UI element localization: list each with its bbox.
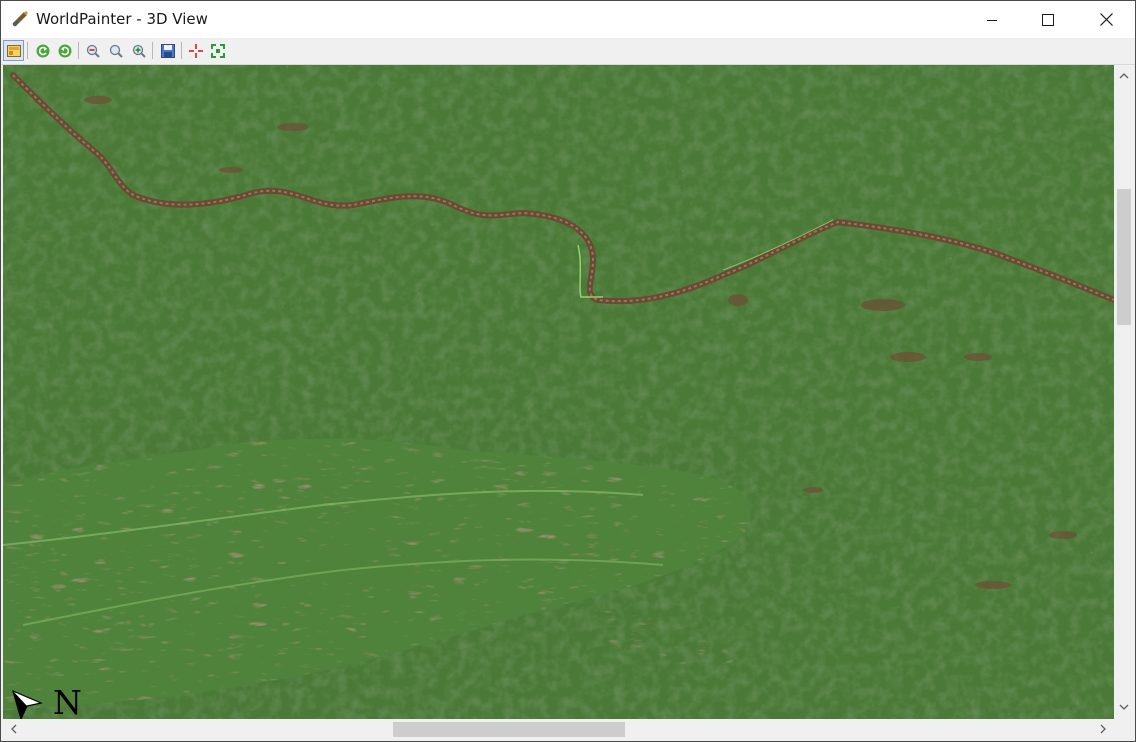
toggle-layer-button[interactable] xyxy=(3,40,24,61)
toolbar-separator xyxy=(181,42,182,59)
view-toolbar xyxy=(1,38,1135,65)
crosshair-icon xyxy=(188,43,203,58)
save-image-icon xyxy=(160,43,175,58)
3d-terrain-view[interactable]: N xyxy=(3,65,1114,719)
worldpainter-3d-view-window: WorldPainter - 3D View N xyxy=(0,0,1136,742)
zoom-reset-button[interactable] xyxy=(105,40,126,61)
chevron-up-icon xyxy=(1119,72,1129,78)
rotate-right-button[interactable] xyxy=(54,40,75,61)
rotate-right-icon xyxy=(58,44,71,57)
fit-view-icon xyxy=(210,43,225,58)
compass-north-label: N xyxy=(53,683,82,720)
scroll-down-button[interactable] xyxy=(1118,701,1130,713)
toolbar-separator xyxy=(27,42,28,59)
move-to-origin-button[interactable] xyxy=(207,40,228,61)
close-button[interactable] xyxy=(1077,1,1135,38)
toolbar-separator xyxy=(152,42,153,59)
zoom-reset-icon xyxy=(109,44,123,58)
scroll-left-button[interactable] xyxy=(7,723,19,735)
zoom-out-button[interactable] xyxy=(82,40,103,61)
zoom-in-icon xyxy=(132,44,146,58)
zoom-out-icon xyxy=(86,44,100,58)
rotate-left-icon xyxy=(36,44,49,57)
vertical-scrollbar[interactable] xyxy=(1114,65,1134,719)
chevron-down-icon xyxy=(1119,704,1129,710)
horizontal-scroll-thumb[interactable] xyxy=(393,722,625,737)
move-to-spawn-button[interactable] xyxy=(185,40,206,61)
chevron-left-icon xyxy=(10,724,16,734)
horizontal-scrollbar[interactable] xyxy=(3,719,1114,740)
terrain-render xyxy=(3,65,1114,719)
vertical-scroll-thumb[interactable] xyxy=(1117,189,1131,325)
zoom-in-button[interactable] xyxy=(128,40,149,61)
window-title: WorldPainter - 3D View xyxy=(36,10,208,28)
worldpainter-shovel-icon xyxy=(12,10,29,27)
minimize-button[interactable] xyxy=(963,1,1021,38)
rotate-left-button[interactable] xyxy=(32,40,53,61)
maximize-icon xyxy=(1042,13,1054,26)
compass-arrow-icon xyxy=(12,689,43,719)
maximize-button[interactable] xyxy=(1019,1,1077,38)
chevron-right-icon xyxy=(1100,724,1106,734)
layer-toggle-icon xyxy=(6,44,21,57)
export-image-button[interactable] xyxy=(157,40,178,61)
scroll-right-button[interactable] xyxy=(1097,723,1109,735)
scroll-up-button[interactable] xyxy=(1118,69,1130,81)
minimize-icon xyxy=(987,19,997,21)
close-icon xyxy=(1099,13,1113,26)
title-bar[interactable]: WorldPainter - 3D View xyxy=(1,1,1135,38)
scrollbar-corner xyxy=(1114,719,1134,740)
compass-indicator: N xyxy=(11,685,82,719)
toolbar-separator xyxy=(78,42,79,59)
